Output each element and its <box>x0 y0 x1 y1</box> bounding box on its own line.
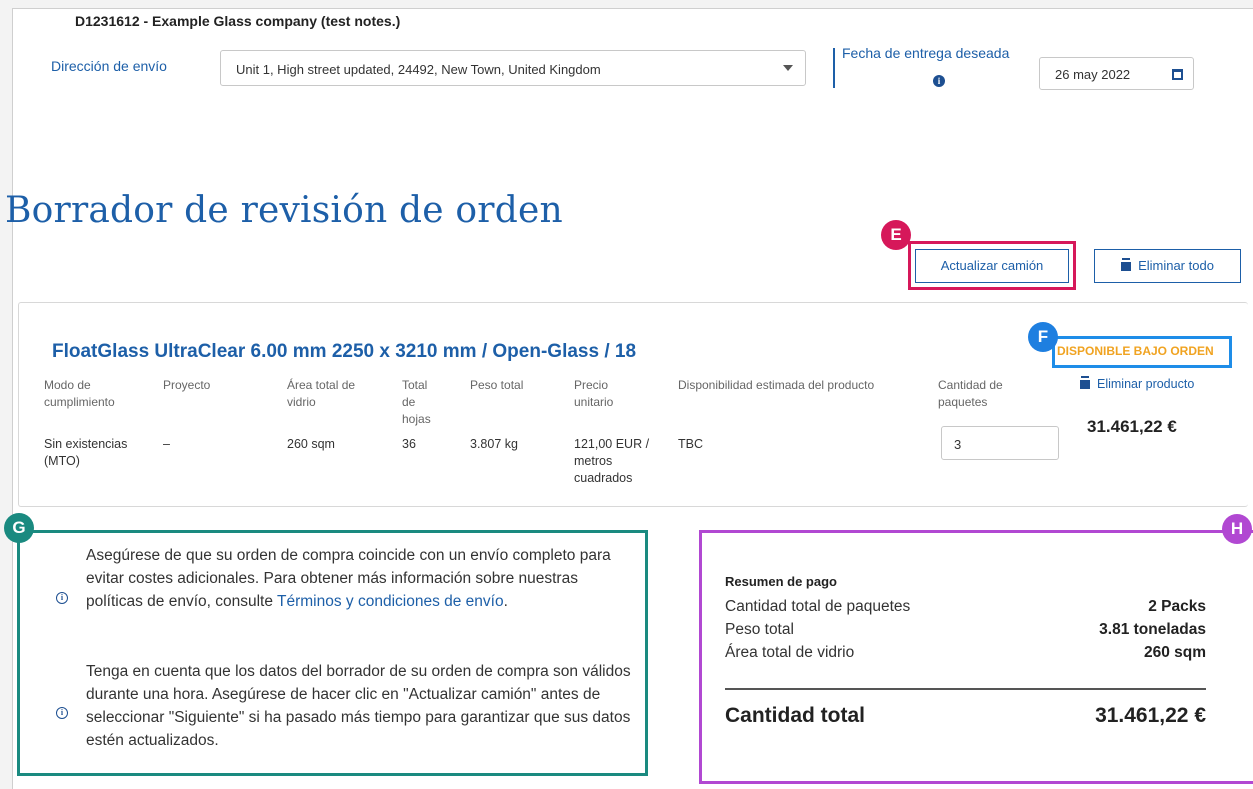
column-header-glass-area: Área total de vidrio <box>287 378 356 409</box>
delivery-date-input[interactable]: 26 may 2022 <box>1039 57 1194 90</box>
line-total-price: 31.461,22 € <box>1087 417 1177 436</box>
chevron-down-icon <box>783 65 793 71</box>
project-value: – <box>163 437 170 451</box>
column-header-pack-quantity: Cantidad de paquetes <box>938 378 1003 409</box>
payment-summary-title: Resumen de pago <box>725 574 837 589</box>
delivery-date-value: 26 may 2022 <box>1055 67 1131 82</box>
summary-label: Peso total <box>725 621 794 638</box>
info-icon: i <box>56 707 68 719</box>
annotation-badge-g: G <box>4 513 34 543</box>
info-icon: i <box>56 592 68 604</box>
calendar-icon[interactable] <box>1172 69 1183 80</box>
trash-icon <box>1121 260 1132 271</box>
summary-row-weight: Peso total 3.81 toneladas <box>725 621 1206 639</box>
summary-divider <box>725 688 1206 690</box>
column-header-weight: Peso total <box>470 378 524 392</box>
divider <box>833 48 835 88</box>
pack-quantity-input[interactable]: 3 <box>941 426 1059 460</box>
column-header-project: Proyecto <box>163 378 211 392</box>
summary-row-glass-area: Área total de vidrio 260 sqm <box>725 644 1206 662</box>
info-icon[interactable]: i <box>933 75 945 87</box>
shipping-address-label: Dirección de envío <box>51 58 167 74</box>
column-header-availability: Disponibilidad estimada del producto <box>678 378 875 392</box>
summary-label: Cantidad total de paquetes <box>725 598 911 615</box>
availability-value: TBC <box>678 437 703 451</box>
delete-all-label: Eliminar todo <box>1138 258 1214 273</box>
company-name: D1231612 - Example Glass company (test n… <box>75 13 401 29</box>
shipping-policy-end: . <box>503 593 508 610</box>
total-label: Cantidad total <box>725 704 865 727</box>
column-header-fulfillment: Modo de cumplimiento <box>44 378 115 409</box>
shipping-address-value: Unit 1, High street updated, 24492, New … <box>236 62 601 77</box>
annotation-badge-e: E <box>881 220 911 250</box>
total-sheets-value: 36 <box>402 437 416 451</box>
delete-product-label: Eliminar producto <box>1097 377 1195 391</box>
delivery-date-label: Fecha de entrega deseada <box>842 45 1010 61</box>
delete-all-button[interactable]: Eliminar todo <box>1094 249 1241 283</box>
pack-quantity-value: 3 <box>954 437 962 452</box>
page-title: Borrador de revisión de orden <box>5 190 563 231</box>
availability-tag: DISPONIBLE BAJO ORDEN <box>1057 344 1214 358</box>
update-truck-button[interactable]: Actualizar camión <box>915 249 1069 283</box>
summary-value: 2 Packs <box>1148 598 1206 615</box>
draft-validity-note: Tenga en cuenta que los datos del borrad… <box>86 663 631 749</box>
total-value: 31.461,22 € <box>1095 704 1206 727</box>
annotation-badge-h: H <box>1222 514 1252 544</box>
annotation-badge-f: F <box>1028 322 1058 352</box>
column-header-total-sheets: Total de hojas <box>402 378 431 426</box>
summary-value: 260 sqm <box>1143 644 1206 661</box>
fulfillment-mode-value: Sin existencias (MTO) <box>44 437 128 468</box>
unit-price-value: 121,00 EUR / metros cuadrados <box>574 437 650 485</box>
summary-row-pack-quantity: Cantidad total de paquetes 2 Packs <box>725 598 1206 616</box>
shipping-policy-note: Asegúrese de que su orden de compra coin… <box>86 544 636 613</box>
trash-icon <box>1080 378 1090 389</box>
column-header-unit-price: Precio unitario <box>574 378 614 409</box>
product-title: FloatGlass UltraClear 6.00 mm 2250 x 321… <box>52 341 637 362</box>
summary-label: Área total de vidrio <box>725 644 855 661</box>
summary-value: 3.81 toneladas <box>1099 621 1206 638</box>
weight-value: 3.807 kg <box>470 437 518 451</box>
glass-area-value: 260 sqm <box>287 437 335 451</box>
summary-total: Cantidad total 31.461,22 € <box>725 704 1206 728</box>
shipping-terms-link[interactable]: Términos y condiciones de envío <box>277 593 504 610</box>
delete-product-button[interactable]: Eliminar producto <box>1080 377 1194 391</box>
shipping-address-select[interactable]: Unit 1, High street updated, 24492, New … <box>220 50 806 86</box>
